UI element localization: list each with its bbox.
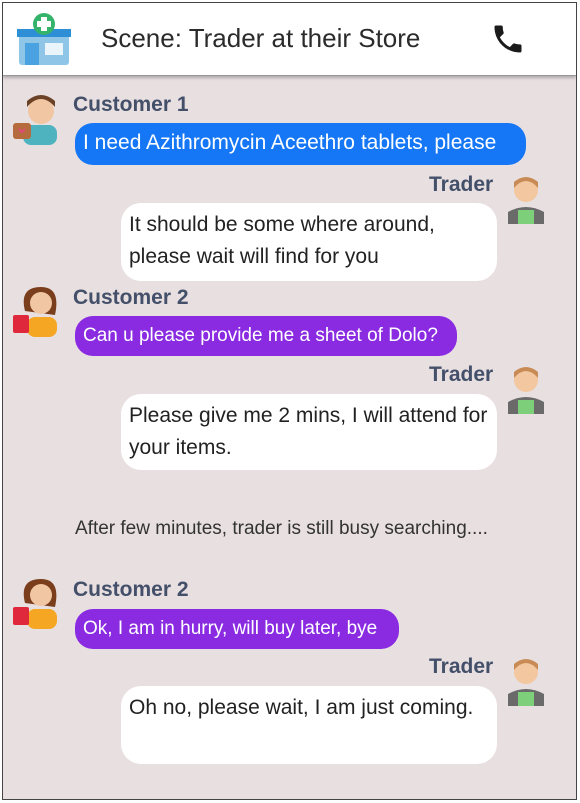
page-title: Scene: Trader at their Store — [101, 23, 421, 53]
header-bar: Scene: Trader at their Store — [3, 3, 576, 76]
message-bubble: Ok, I am in hurry, will buy later, bye — [75, 609, 399, 649]
message-bubble: Oh no, please wait, I am just coming. — [121, 686, 497, 764]
speaker-name: Trader — [429, 173, 494, 196]
speaker-name: Trader — [429, 655, 494, 678]
customer2-avatar — [13, 579, 57, 629]
message-bubble: It should be some where around, please w… — [121, 203, 497, 281]
speaker-name: Customer 1 — [73, 93, 189, 116]
phone-icon[interactable] — [490, 21, 526, 57]
message-bubble: I need Azithromycin Aceethro tablets, pl… — [75, 123, 526, 165]
customer2-avatar — [13, 287, 57, 337]
chat-screen: Scene: Trader at their Store Customer 1 … — [2, 2, 577, 800]
speaker-name: Customer 2 — [73, 578, 189, 601]
trader-avatar — [508, 659, 544, 706]
pharmacy-store-icon — [17, 13, 71, 65]
trader-avatar — [508, 177, 544, 224]
message-bubble: Please give me 2 mins, I will attend for… — [121, 394, 497, 470]
speaker-name: Trader — [429, 363, 494, 386]
customer1-avatar — [13, 95, 57, 145]
narration-text: After few minutes, trader is still busy … — [75, 518, 488, 539]
message-bubble: Can u please provide me a sheet of Dolo? — [75, 316, 457, 356]
speaker-name: Customer 2 — [73, 286, 189, 309]
trader-avatar — [508, 367, 544, 414]
